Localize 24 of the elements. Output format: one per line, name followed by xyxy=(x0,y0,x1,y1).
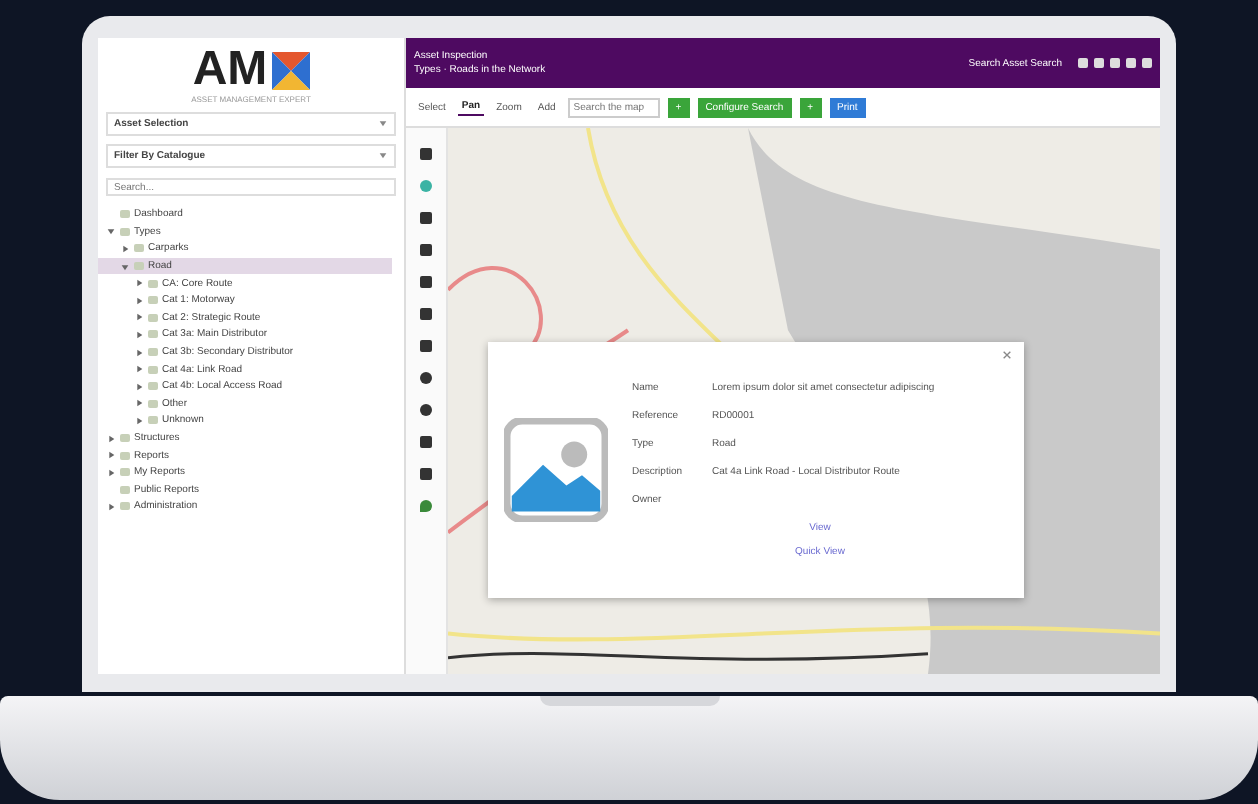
toggle-icon[interactable] xyxy=(106,450,116,461)
toggle-icon[interactable] xyxy=(134,278,144,289)
logo-icon xyxy=(271,51,310,89)
toggle-icon[interactable] xyxy=(120,243,130,254)
toggle-icon[interactable] xyxy=(106,467,116,478)
toggle-icon[interactable] xyxy=(134,295,144,306)
close-icon[interactable] xyxy=(1002,350,1012,360)
toggle-icon[interactable] xyxy=(134,329,144,340)
toggle-icon[interactable] xyxy=(134,312,144,323)
caret-icon xyxy=(378,150,388,160)
toggle-icon[interactable] xyxy=(106,501,116,512)
marker-icon[interactable] xyxy=(420,500,432,512)
toggle-icon[interactable] xyxy=(134,415,144,426)
toggle-icon[interactable] xyxy=(106,226,116,237)
caret-icon xyxy=(378,118,388,128)
toggle-icon[interactable] xyxy=(134,398,144,409)
image-placeholder-icon xyxy=(504,418,608,522)
toggle-icon[interactable] xyxy=(134,364,144,375)
logo-text: AM xyxy=(192,46,268,94)
dot-icon[interactable] xyxy=(420,372,432,384)
toggle-icon[interactable] xyxy=(134,347,144,358)
toggle-icon[interactable] xyxy=(106,433,116,444)
toggle-icon[interactable] xyxy=(120,261,130,272)
toggle-icon[interactable] xyxy=(134,381,144,392)
